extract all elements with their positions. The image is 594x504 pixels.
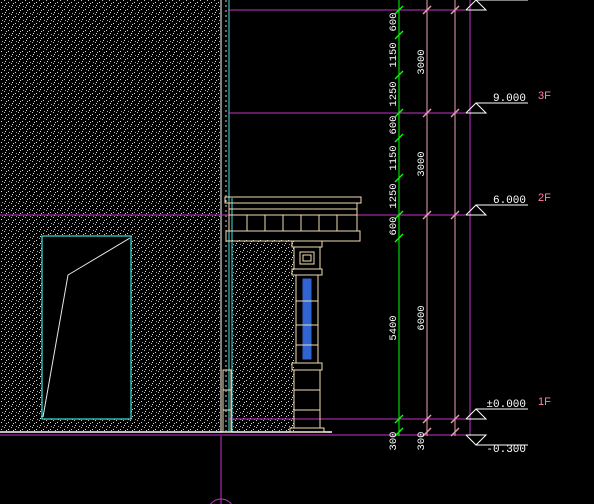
dimension-label: 1150 [388, 42, 400, 67]
wall-rail [222, 369, 232, 433]
level-elevation: -0.300 [486, 444, 526, 456]
dimension-label: 3000 [416, 49, 428, 74]
triangle-level-marker-icon [465, 434, 488, 446]
canopy-dentils [246, 215, 338, 231]
dimension-label: 1150 [388, 145, 400, 170]
decorative-column [289, 240, 325, 433]
dimension-label: 1250 [388, 183, 400, 208]
dimension-texts: 600 1150 1250 600 1150 1250 600 5400 300 3000 3000… [388, 13, 428, 451]
dimension-label: 5400 [388, 315, 400, 340]
level-marker: 9.000 3F [465, 90, 551, 114]
level-marker: ±0.000 1F [465, 396, 551, 420]
wall-edge-lines [220, 0, 233, 432]
level-elevation: 6.000 [493, 195, 526, 207]
level-marker: 6.000 2F [465, 192, 551, 216]
triangle-level-marker-icon [465, 408, 488, 420]
level-marker: -0.300 [465, 434, 528, 456]
dimension-lines [398, 0, 471, 436]
level-markers: 9.000 3F 6.000 2F ±0.000 1F -0.300 [465, 0, 551, 456]
dimension-label: 300 [388, 432, 400, 451]
dimension-label: 6000 [416, 305, 428, 330]
canopy-cornice [224, 196, 362, 242]
dimension-label: 300 [416, 432, 428, 451]
wall-stipple-lower [232, 240, 294, 432]
triangle-level-marker-icon [465, 102, 488, 114]
level-elevation: ±0.000 [486, 399, 526, 411]
dimension-label: 1250 [388, 81, 400, 106]
floor-tag: 2F [538, 192, 551, 204]
dimension-label: 600 [388, 116, 400, 135]
dimension-label: 600 [388, 13, 400, 32]
floor-tag: 3F [538, 90, 551, 102]
floor-tag: 1F [538, 396, 551, 408]
triangle-level-marker-icon [465, 204, 488, 216]
level-elevation: 9.000 [493, 93, 526, 105]
dimension-label: 3000 [416, 151, 428, 176]
triangle-level-marker-icon [465, 0, 488, 11]
dimension-label: 600 [388, 217, 400, 236]
cad-elevation-drawing: 600 1150 1250 600 1150 1250 600 5400 300 3000 3000… [0, 0, 551, 504]
window-opening [41, 235, 132, 420]
